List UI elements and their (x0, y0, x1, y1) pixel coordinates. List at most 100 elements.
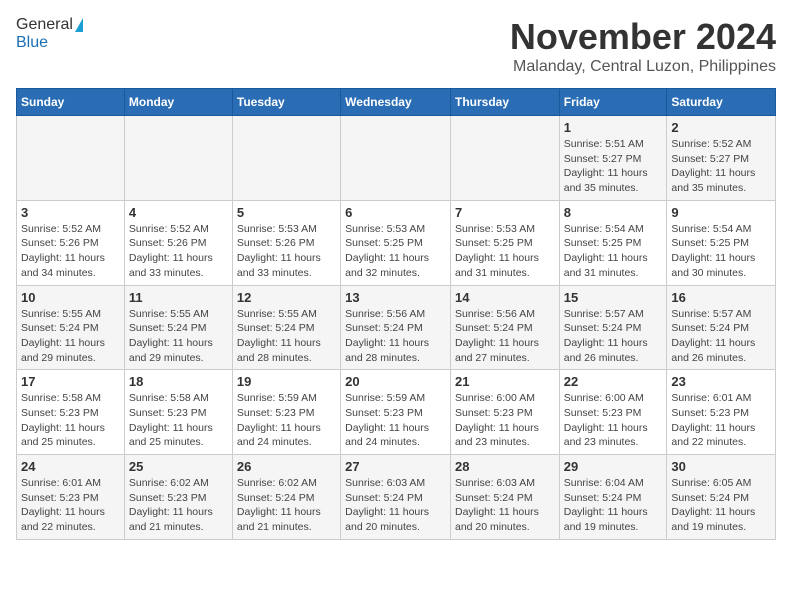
day-info: Sunrise: 6:05 AM Sunset: 5:24 PM Dayligh… (671, 476, 771, 535)
week-row-1: 3 Sunrise: 5:52 AM Sunset: 5:26 PM Daylig… (17, 200, 776, 285)
day-number: 1 (564, 120, 663, 135)
day-number: 13 (345, 290, 446, 305)
day-cell: 13 Sunrise: 5:56 AM Sunset: 5:24 PM Dayli… (341, 285, 451, 370)
day-cell: 16Sunrise: 5:57 AM Sunset: 5:24 PM Dayli… (667, 285, 776, 370)
day-cell: 5Sunrise: 5:53 AM Sunset: 5:26 PM Daylig… (232, 200, 340, 285)
day-info: Sunrise: 6:00 AM Sunset: 5:23 PM Dayligh… (564, 391, 663, 450)
day-number: 14 (455, 290, 555, 305)
day-info: Sunrise: 5:53 AM Sunset: 5:26 PM Dayligh… (237, 222, 336, 281)
day-info: Sunrise: 5:59 AM Sunset: 5:23 PM Dayligh… (237, 391, 336, 450)
day-info: Sunrise: 5:58 AM Sunset: 5:23 PM Dayligh… (21, 391, 120, 450)
header-cell-friday: Friday (559, 89, 667, 116)
day-info: Sunrise: 6:02 AM Sunset: 5:24 PM Dayligh… (237, 476, 336, 535)
day-cell: 10 Sunrise: 5:55 AM Sunset: 5:24 PM Dayli… (17, 285, 125, 370)
day-number: 10 (21, 290, 120, 305)
location-title: Malanday, Central Luzon, Philippines (510, 58, 776, 76)
day-cell (17, 116, 125, 201)
day-cell (232, 116, 340, 201)
day-cell: 27 Sunrise: 6:03 AM Sunset: 5:24 PM Dayli… (341, 455, 451, 540)
day-info: Sunrise: 5:56 AM Sunset: 5:24 PM Dayligh… (345, 307, 446, 366)
day-number: 4 (129, 205, 228, 220)
week-row-0: 1 Sunrise: 5:51 AM Sunset: 5:27 PM Daylig… (17, 116, 776, 201)
day-number: 7 (455, 205, 555, 220)
calendar-header: SundayMondayTuesdayWednesdayThursdayFrid… (17, 89, 776, 116)
day-cell: 4 Sunrise: 5:52 AM Sunset: 5:26 PM Daylig… (124, 200, 232, 285)
day-cell: 21 Sunrise: 6:00 AM Sunset: 5:23 PM Dayli… (450, 370, 559, 455)
day-info: Sunrise: 6:01 AM Sunset: 5:23 PM Dayligh… (671, 391, 771, 450)
day-number: 11 (129, 290, 228, 305)
day-info: Sunrise: 5:53 AM Sunset: 5:25 PM Dayligh… (455, 222, 555, 281)
day-cell: 30 Sunrise: 6:05 AM Sunset: 5:24 PM Dayli… (667, 455, 776, 540)
day-number: 15 (564, 290, 663, 305)
day-number: 30 (671, 459, 771, 474)
day-cell: 15Sunrise: 5:57 AM Sunset: 5:24 PM Dayli… (559, 285, 667, 370)
day-cell (124, 116, 232, 201)
calendar-table: SundayMondayTuesdayWednesdayThursdayFrid… (16, 88, 776, 540)
header-cell-thursday: Thursday (450, 89, 559, 116)
day-info: Sunrise: 6:00 AM Sunset: 5:23 PM Dayligh… (455, 391, 555, 450)
day-info: Sunrise: 6:03 AM Sunset: 5:24 PM Dayligh… (345, 476, 446, 535)
day-info: Sunrise: 5:55 AM Sunset: 5:24 PM Dayligh… (21, 307, 120, 366)
title-block: November 2024 Malanday, Central Luzon, P… (510, 16, 776, 76)
day-cell: 7 Sunrise: 5:53 AM Sunset: 5:25 PM Daylig… (450, 200, 559, 285)
logo-general-text: General (16, 16, 73, 34)
day-number: 17 (21, 374, 120, 389)
day-info: Sunrise: 5:52 AM Sunset: 5:26 PM Dayligh… (129, 222, 228, 281)
day-number: 9 (671, 205, 771, 220)
day-info: Sunrise: 5:52 AM Sunset: 5:27 PM Dayligh… (671, 137, 771, 196)
day-cell: 29Sunrise: 6:04 AM Sunset: 5:24 PM Dayli… (559, 455, 667, 540)
week-row-4: 24 Sunrise: 6:01 AM Sunset: 5:23 PM Dayli… (17, 455, 776, 540)
calendar-body: 1 Sunrise: 5:51 AM Sunset: 5:27 PM Daylig… (17, 116, 776, 540)
day-cell: 9 Sunrise: 5:54 AM Sunset: 5:25 PM Daylig… (667, 200, 776, 285)
day-info: Sunrise: 5:53 AM Sunset: 5:25 PM Dayligh… (345, 222, 446, 281)
day-number: 12 (237, 290, 336, 305)
day-info: Sunrise: 5:55 AM Sunset: 5:24 PM Dayligh… (129, 307, 228, 366)
logo: General Blue (16, 16, 83, 52)
day-info: Sunrise: 6:03 AM Sunset: 5:24 PM Dayligh… (455, 476, 555, 535)
day-cell: 18Sunrise: 5:58 AM Sunset: 5:23 PM Dayli… (124, 370, 232, 455)
day-number: 26 (237, 459, 336, 474)
day-cell: 1 Sunrise: 5:51 AM Sunset: 5:27 PM Daylig… (559, 116, 667, 201)
day-number: 6 (345, 205, 446, 220)
day-info: Sunrise: 5:59 AM Sunset: 5:23 PM Dayligh… (345, 391, 446, 450)
day-cell: 19 Sunrise: 5:59 AM Sunset: 5:23 PM Dayli… (232, 370, 340, 455)
header-cell-wednesday: Wednesday (341, 89, 451, 116)
day-number: 27 (345, 459, 446, 474)
day-number: 24 (21, 459, 120, 474)
day-number: 19 (237, 374, 336, 389)
day-number: 25 (129, 459, 228, 474)
day-cell: 12 Sunrise: 5:55 AM Sunset: 5:24 PM Dayli… (232, 285, 340, 370)
month-title: November 2024 (510, 16, 776, 58)
day-cell: 3Sunrise: 5:52 AM Sunset: 5:26 PM Daylig… (17, 200, 125, 285)
day-cell: 2 Sunrise: 5:52 AM Sunset: 5:27 PM Daylig… (667, 116, 776, 201)
day-number: 29 (564, 459, 663, 474)
logo-blue-text: Blue (16, 34, 48, 52)
header-cell-sunday: Sunday (17, 89, 125, 116)
day-number: 22 (564, 374, 663, 389)
day-cell: 25Sunrise: 6:02 AM Sunset: 5:23 PM Dayli… (124, 455, 232, 540)
header-cell-tuesday: Tuesday (232, 89, 340, 116)
day-info: Sunrise: 5:51 AM Sunset: 5:27 PM Dayligh… (564, 137, 663, 196)
day-number: 8 (564, 205, 663, 220)
day-cell: 8Sunrise: 5:54 AM Sunset: 5:25 PM Daylig… (559, 200, 667, 285)
day-info: Sunrise: 5:54 AM Sunset: 5:25 PM Dayligh… (671, 222, 771, 281)
day-cell: 14Sunrise: 5:56 AM Sunset: 5:24 PM Dayli… (450, 285, 559, 370)
day-number: 28 (455, 459, 555, 474)
day-number: 2 (671, 120, 771, 135)
day-cell: 17 Sunrise: 5:58 AM Sunset: 5:23 PM Dayli… (17, 370, 125, 455)
day-cell: 20 Sunrise: 5:59 AM Sunset: 5:23 PM Dayli… (341, 370, 451, 455)
day-info: Sunrise: 5:58 AM Sunset: 5:23 PM Dayligh… (129, 391, 228, 450)
logo-triangle-icon (75, 18, 83, 32)
day-number: 3 (21, 205, 120, 220)
day-cell: 23Sunrise: 6:01 AM Sunset: 5:23 PM Dayli… (667, 370, 776, 455)
day-cell: 24 Sunrise: 6:01 AM Sunset: 5:23 PM Dayli… (17, 455, 125, 540)
header-row: SundayMondayTuesdayWednesdayThursdayFrid… (17, 89, 776, 116)
day-number: 16 (671, 290, 771, 305)
day-cell (341, 116, 451, 201)
day-info: Sunrise: 5:55 AM Sunset: 5:24 PM Dayligh… (237, 307, 336, 366)
day-info: Sunrise: 6:01 AM Sunset: 5:23 PM Dayligh… (21, 476, 120, 535)
day-cell: 11 Sunrise: 5:55 AM Sunset: 5:24 PM Dayli… (124, 285, 232, 370)
day-number: 21 (455, 374, 555, 389)
day-number: 20 (345, 374, 446, 389)
page-header: General Blue November 2024 Malanday, Cen… (16, 16, 776, 76)
